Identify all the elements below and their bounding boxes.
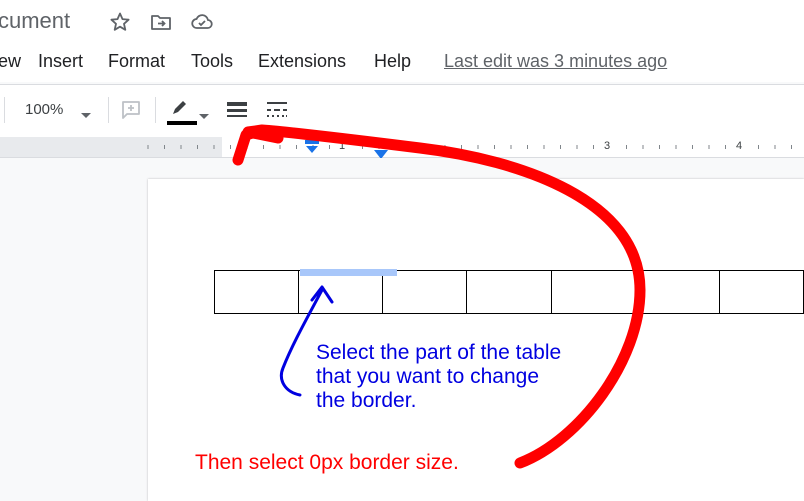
menu-help[interactable]: Help bbox=[374, 51, 411, 72]
zoom-select[interactable]: 100% bbox=[20, 93, 102, 127]
table-cell[interactable] bbox=[550, 270, 636, 314]
menu-tools[interactable]: Tools bbox=[191, 51, 233, 72]
zoom-value: 100% bbox=[25, 101, 64, 118]
border-color-icon bbox=[169, 97, 191, 122]
border-width-icon[interactable] bbox=[226, 102, 248, 125]
border-dash-icon[interactable] bbox=[266, 102, 288, 125]
star-icon[interactable] bbox=[108, 10, 132, 34]
last-edit-link[interactable]: Last edit was 3 minutes ago bbox=[444, 51, 667, 72]
document-title[interactable]: cument bbox=[0, 8, 70, 34]
table-row bbox=[213, 270, 804, 314]
menu-bar: ew Insert Format Tools Extensions Help L… bbox=[0, 46, 804, 82]
table-cell[interactable] bbox=[466, 270, 552, 314]
blue-annotation-line: the border. bbox=[316, 389, 417, 412]
ruler-label: 1 bbox=[339, 140, 346, 152]
chevron-down-icon bbox=[80, 107, 92, 125]
table-cell[interactable] bbox=[382, 270, 468, 314]
table-cell[interactable] bbox=[213, 270, 300, 314]
border-color-button[interactable] bbox=[165, 95, 213, 127]
ruler-label: 3 bbox=[604, 140, 611, 152]
title-bar: cument bbox=[0, 0, 804, 46]
selected-border-highlight bbox=[300, 269, 397, 276]
blue-annotation-text: Select the part of the table that you wa… bbox=[316, 341, 561, 413]
border-color-swatch bbox=[167, 121, 197, 125]
document-table[interactable] bbox=[213, 270, 804, 314]
menu-extensions[interactable]: Extensions bbox=[258, 51, 346, 72]
chevron-down-icon bbox=[199, 107, 209, 125]
menu-insert[interactable]: Insert bbox=[38, 51, 83, 72]
add-comment-icon[interactable] bbox=[120, 99, 142, 126]
toolbar-divider bbox=[155, 97, 156, 123]
move-to-folder-icon[interactable] bbox=[149, 10, 173, 34]
blue-annotation-line: that you want to change bbox=[316, 365, 539, 388]
first-line-indent-marker[interactable] bbox=[304, 140, 320, 159]
blue-annotation-line: Select the part of the table bbox=[316, 341, 562, 364]
toolbar-divider bbox=[4, 97, 5, 123]
toolbar: 100% bbox=[0, 84, 804, 137]
ruler-label: 4 bbox=[736, 140, 743, 152]
ruler: 1 3 4 bbox=[0, 137, 804, 159]
menu-format[interactable]: Format bbox=[108, 51, 165, 72]
menu-view[interactable]: ew bbox=[0, 51, 21, 72]
table-cell[interactable] bbox=[718, 270, 804, 314]
cloud-saved-icon[interactable] bbox=[190, 10, 214, 34]
toolbar-divider bbox=[108, 97, 109, 123]
table-cell-selected[interactable] bbox=[298, 270, 384, 314]
table-cell[interactable] bbox=[634, 270, 720, 314]
red-annotation-text: Then select 0px border size. bbox=[195, 451, 459, 474]
